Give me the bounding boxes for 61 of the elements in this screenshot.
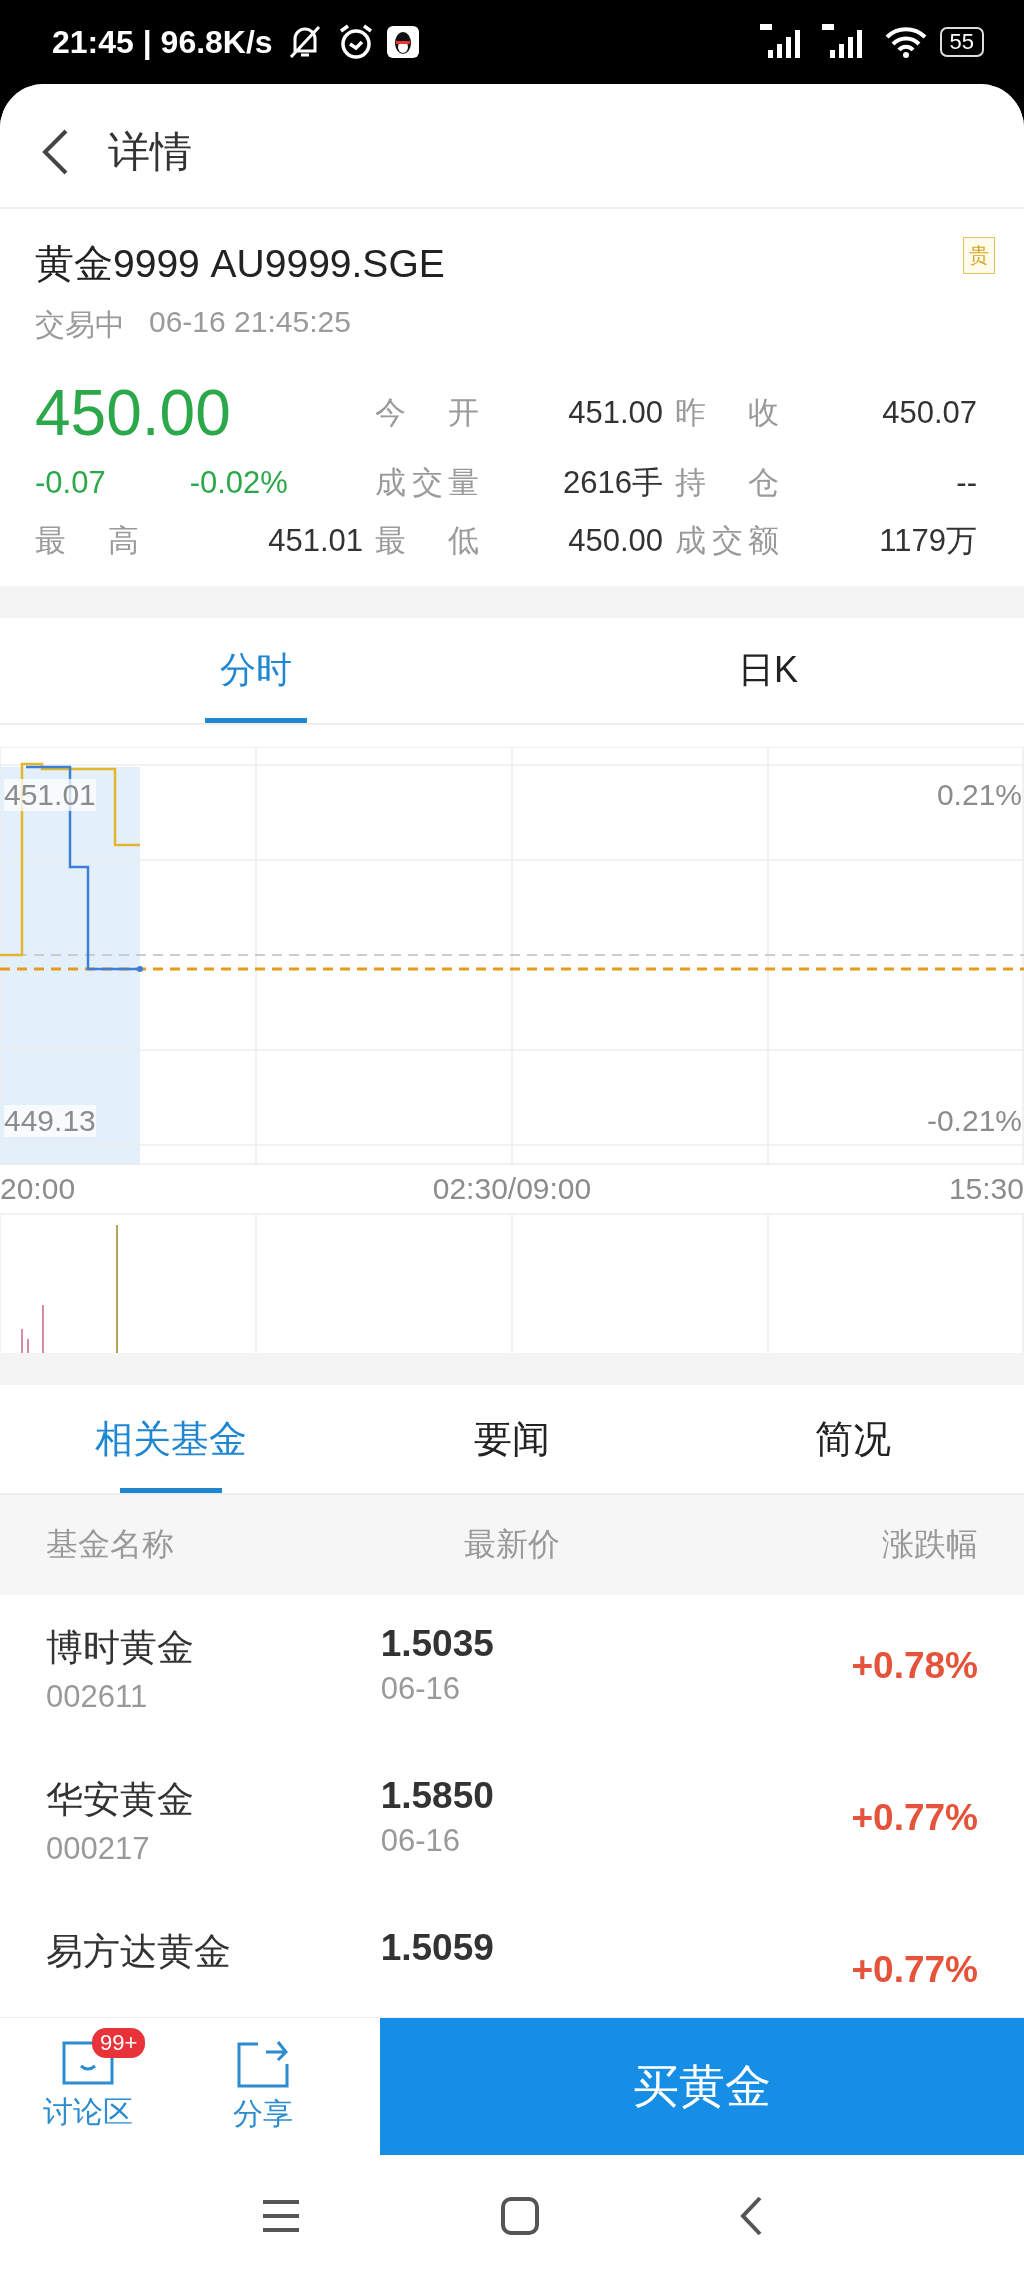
stat-label: 最 低 — [375, 522, 479, 560]
fund-name: 易方达黄金 — [46, 1930, 232, 1974]
fund-price: 1.5059 — [379, 1927, 495, 1969]
share-button[interactable]: 分享 — [175, 2018, 350, 2155]
fund-code: 000217 — [46, 1831, 151, 1867]
info-tab[interactable]: 简况 — [682, 1385, 1024, 1493]
axis-label: 449.13 — [4, 1105, 96, 1137]
price-date: 06-16 — [379, 1671, 461, 1707]
quote-time: 06-16 21:45:25 — [149, 305, 351, 340]
chart-tab[interactable]: 日K — [512, 618, 1024, 723]
category-tag: 贵 — [963, 237, 995, 274]
stat-value: 450.00 — [567, 523, 664, 559]
stat-value: 2616手 — [562, 464, 664, 502]
time-axis-label: 15:30 — [948, 1172, 1024, 1206]
penguin-icon — [386, 26, 419, 58]
stat-label: 持 仓 — [675, 464, 779, 502]
percent-change: -0.02% — [189, 465, 288, 501]
instrument-name: 黄金9999 AU9999.SGE — [35, 241, 445, 287]
fund-price: 1.5850 — [379, 1775, 495, 1817]
page-title: 详情 — [108, 126, 192, 177]
count-badge: 99+ — [92, 2028, 146, 2058]
chart-tab[interactable]: 分时 — [0, 618, 512, 723]
column-header: 基金名称 — [46, 1525, 175, 1564]
home-icon[interactable] — [501, 2196, 539, 2235]
stat-value: 451.00 — [567, 395, 664, 431]
fund-change: +0.77% — [850, 1949, 978, 1991]
buy-button[interactable]: 买黄金 — [380, 2018, 1024, 2155]
status-time: 21:45 | 96.8K/s — [52, 23, 273, 61]
discussion-button[interactable]: 讨论区 99+ — [0, 2018, 175, 2155]
stat-label: 成交量 — [375, 464, 479, 502]
time-axis-label: 02:30/09:00 — [432, 1172, 592, 1206]
stat-label: 昨 收 — [675, 394, 779, 432]
column-header: 最新价 — [463, 1525, 561, 1564]
stat-value: -- — [955, 465, 978, 501]
fund-price: 1.5035 — [379, 1623, 495, 1665]
price-date: 06-16 — [379, 1823, 461, 1859]
fund-name: 博时黄金 — [46, 1626, 195, 1670]
stat-label: 最 高 — [35, 522, 139, 560]
price-change: -0.07 — [35, 465, 106, 501]
back-icon[interactable] — [40, 127, 70, 176]
info-tab[interactable]: 相关基金 — [0, 1385, 342, 1493]
back-icon[interactable] — [739, 2195, 763, 2236]
fund-name: 华安黄金 — [46, 1778, 195, 1822]
fund-code: 002611 — [46, 1679, 149, 1715]
battery-level: 55 — [939, 27, 984, 57]
time-axis-label: 20:00 — [0, 1172, 76, 1206]
last-price: 450.00 — [35, 377, 231, 449]
column-header: 涨跌幅 — [881, 1525, 978, 1564]
fund-change: +0.77% — [850, 1797, 978, 1839]
trading-status: 交易中 — [35, 307, 125, 343]
stat-value: 451.01 — [267, 523, 364, 559]
fund-change: +0.78% — [850, 1645, 978, 1687]
stat-label: 成交额 — [675, 522, 779, 560]
menu-icon[interactable] — [261, 2198, 301, 2233]
stat-label: 今 开 — [375, 394, 479, 432]
stat-value: 1179万 — [878, 522, 978, 560]
stat-value: 450.07 — [881, 395, 978, 431]
share-icon — [235, 2038, 290, 2088]
axis-label: 451.01 — [4, 779, 96, 811]
wifi-icon — [883, 25, 928, 59]
info-tab[interactable]: 要闻 — [341, 1385, 683, 1493]
